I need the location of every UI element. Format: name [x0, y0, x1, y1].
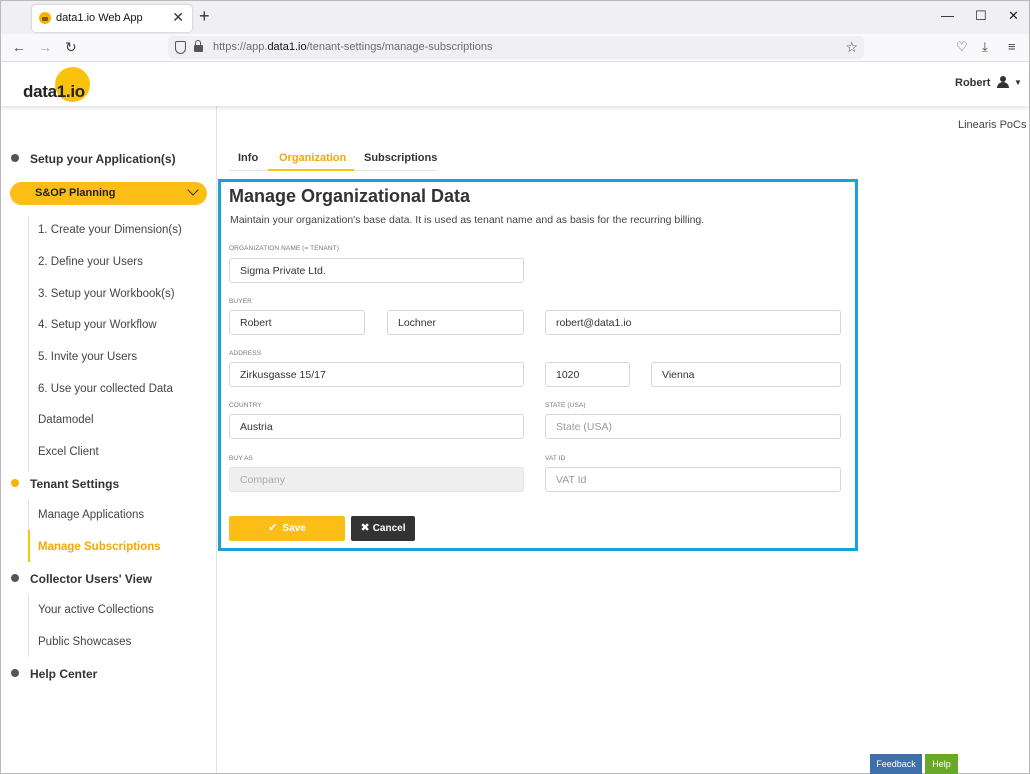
close-icon: ✖: [360, 522, 370, 534]
email-field[interactable]: robert@data1.io: [545, 310, 841, 335]
user-name[interactable]: Robert: [955, 77, 990, 89]
vat-field[interactable]: VAT Id: [545, 467, 841, 492]
app-header: data1.io Robert ▼: [1, 63, 1029, 106]
tenant-name: Linearis PoCs: [958, 119, 1027, 131]
address-bar[interactable]: https://app.data1.io/tenant-settings/man…: [168, 36, 864, 59]
maximize-button[interactable]: ☐: [975, 9, 987, 22]
sidebar-item-define-users[interactable]: 2. Define your Users: [38, 256, 143, 268]
buy-as-label: BUY AS: [229, 455, 253, 462]
pocket-icon[interactable]: ♡: [956, 39, 968, 55]
sidebar-item-public-showcases[interactable]: Public Showcases: [38, 636, 131, 648]
last-name-field[interactable]: Lochner: [387, 310, 524, 335]
sidebar-item-create-dimensions[interactable]: 1. Create your Dimension(s): [38, 224, 182, 236]
menu-icon[interactable]: ≡: [1008, 39, 1016, 55]
bookmark-star-icon[interactable]: ☆: [845, 39, 858, 56]
tab-organization[interactable]: Organization: [279, 152, 346, 164]
browser-tab[interactable]: data1.io Web App ✕: [32, 5, 192, 32]
download-icon[interactable]: ⤓: [982, 39, 988, 55]
sidebar-item-use-collected-data[interactable]: 6. Use your collected Data: [38, 383, 173, 395]
forward-icon[interactable]: →: [38, 39, 52, 55]
submenu-line-active: [28, 530, 30, 562]
browser-nav-bar: ← → ↻ https://app.data1.io/tenant-settin…: [1, 34, 1029, 62]
submenu-line: [28, 216, 29, 472]
application-selector-label: S&OP Planning: [35, 187, 116, 199]
sidebar-item-datamodel[interactable]: Datamodel: [38, 414, 94, 426]
sidebar-item-active-collections[interactable]: Your active Collections: [38, 604, 154, 616]
bullet-icon: [11, 669, 19, 677]
check-icon: ✔: [268, 522, 278, 534]
sidebar-item-excel-client[interactable]: Excel Client: [38, 446, 99, 458]
chevron-down-icon: [187, 184, 199, 196]
logo[interactable]: data1.io: [23, 82, 85, 102]
page-description: Maintain your organization's base data. …: [230, 214, 705, 226]
submenu-line: [28, 594, 29, 657]
back-icon[interactable]: ←: [12, 39, 26, 55]
new-tab-button[interactable]: +: [199, 7, 210, 25]
address-label: ADDRESS: [229, 350, 262, 357]
close-window-button[interactable]: ✕: [1008, 9, 1019, 22]
user-icon[interactable]: [997, 76, 1009, 88]
buy-as-field: Company: [229, 467, 524, 492]
caret-down-icon[interactable]: ▼: [1014, 78, 1022, 87]
help-button[interactable]: Help: [925, 754, 958, 774]
state-field[interactable]: State (USA): [545, 414, 841, 439]
section-tenant-settings[interactable]: Tenant Settings: [11, 477, 119, 491]
section-setup-applications[interactable]: Setup your Application(s): [11, 152, 176, 166]
sidebar-item-setup-workbooks[interactable]: 3. Setup your Workbook(s): [38, 288, 175, 300]
tab-info[interactable]: Info: [238, 152, 258, 164]
page-title: Manage Organizational Data: [229, 186, 471, 206]
bullet-icon: [11, 479, 19, 487]
reload-icon[interactable]: ↻: [65, 39, 77, 55]
lock-icon[interactable]: [194, 40, 203, 52]
bullet-icon: [11, 154, 19, 162]
buyer-label: BUYER: [229, 298, 252, 305]
vat-label: VAT ID: [545, 455, 566, 462]
save-button[interactable]: ✔ Save: [229, 516, 345, 541]
url-text[interactable]: https://app.data1.io/tenant-settings/man…: [213, 41, 492, 53]
application-selector[interactable]: S&OP Planning: [10, 182, 207, 205]
first-name-field[interactable]: Robert: [229, 310, 365, 335]
sidebar: Setup your Application(s) S&OP Planning …: [1, 106, 217, 773]
org-name-label: ORGANIZATION NAME (= TENANT): [229, 245, 339, 252]
tab-title: data1.io Web App: [56, 12, 143, 24]
sidebar-item-invite-users[interactable]: 5. Invite your Users: [38, 351, 137, 363]
tab-subscriptions[interactable]: Subscriptions: [364, 152, 437, 164]
browser-tab-bar: data1.io Web App ✕ + — ☐ ✕: [1, 1, 1029, 34]
zip-field[interactable]: 1020: [545, 362, 630, 387]
state-label: STATE (USA): [545, 402, 586, 409]
active-tab-indicator: [268, 169, 354, 171]
favicon-icon: [39, 12, 51, 24]
bullet-icon: [11, 574, 19, 582]
cancel-button[interactable]: ✖ Cancel: [351, 516, 415, 541]
sidebar-item-manage-subscriptions[interactable]: Manage Subscriptions: [38, 541, 161, 553]
organization-form: Manage Organizational Data Maintain your…: [218, 179, 858, 551]
tab-close-icon[interactable]: ✕: [172, 10, 184, 24]
country-field[interactable]: Austria: [229, 414, 524, 439]
shield-icon[interactable]: [175, 41, 186, 54]
section-collector-users-view[interactable]: Collector Users' View: [11, 572, 152, 586]
section-help-center[interactable]: Help Center: [11, 667, 97, 681]
country-label: COUNTRY: [229, 402, 262, 409]
submenu-line: [28, 499, 29, 530]
street-field[interactable]: Zirkusgasse 15/17: [229, 362, 524, 387]
sidebar-item-manage-applications[interactable]: Manage Applications: [38, 509, 144, 521]
org-name-field[interactable]: Sigma Private Ltd.: [229, 258, 524, 283]
feedback-button[interactable]: Feedback: [870, 754, 922, 774]
sidebar-item-setup-workflow[interactable]: 4. Setup your Workflow: [38, 319, 157, 331]
city-field[interactable]: Vienna: [651, 362, 841, 387]
minimize-button[interactable]: —: [941, 9, 954, 22]
